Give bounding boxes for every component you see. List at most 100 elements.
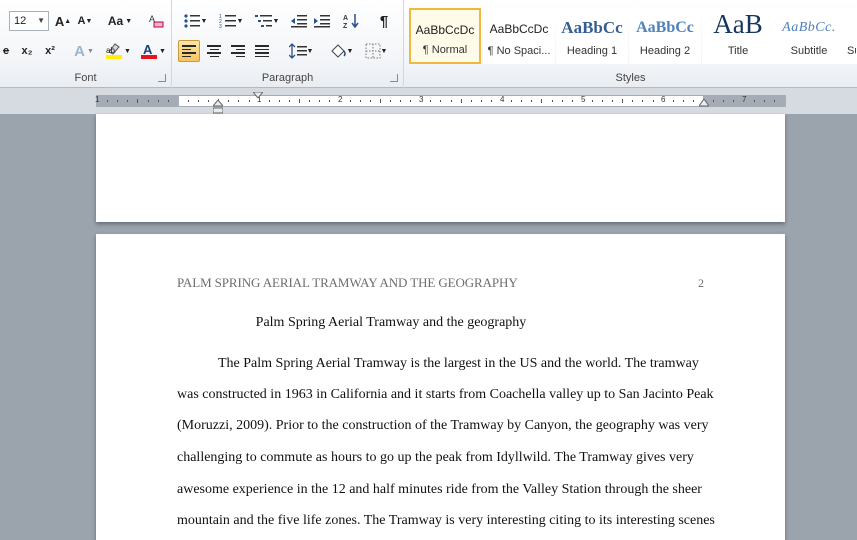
svg-text:A: A <box>143 42 153 57</box>
align-center-button[interactable] <box>203 40 225 62</box>
body-line[interactable]: challenging to commute as hours to go up… <box>177 450 694 466</box>
font-color-button[interactable]: A ▼ <box>137 41 169 61</box>
page-1[interactable] <box>96 114 785 222</box>
align-left-button[interactable] <box>178 40 200 62</box>
ruler-tick <box>228 100 230 102</box>
highlight-button[interactable]: ab ▼ <box>102 41 134 61</box>
shading-button[interactable]: ▼ <box>326 40 356 62</box>
ruler-tick <box>389 100 391 102</box>
ruler-tick <box>511 100 513 102</box>
ruler-tick <box>773 100 775 102</box>
ruler-tick <box>127 100 129 102</box>
style-sample: AaBbCc <box>636 19 694 36</box>
ruler-tick <box>379 99 381 103</box>
change-case-button[interactable]: Aa ▼ <box>106 11 134 31</box>
ruler-number: 1 <box>95 95 100 104</box>
subscript-button[interactable]: x₂ <box>17 41 37 61</box>
line-spacing-button[interactable]: ▼ <box>284 40 318 62</box>
multilevel-list-button[interactable]: ▼ <box>250 11 284 31</box>
first-line-indent-marker-icon[interactable] <box>253 92 263 100</box>
font-color-icon: A <box>141 42 158 59</box>
page-2[interactable]: PALM SPRING AERIAL TRAMWAY AND THE GEOGR… <box>96 234 785 540</box>
font-size-combo[interactable]: 12 ▼ <box>9 11 49 31</box>
body-line[interactable]: mountain and the five life zones. The Tr… <box>177 513 715 529</box>
styles-group: AaBbCcDc ¶ Normal AaBbCcDc ¶ No Spaci...… <box>404 0 857 88</box>
style-title[interactable]: AaB Title <box>702 8 774 64</box>
body-line[interactable]: was constructed in 1963 in California an… <box>177 387 714 403</box>
font-dialog-launcher-icon[interactable] <box>158 74 166 82</box>
increase-indent-icon <box>314 15 330 28</box>
style-name: Subtitle <box>790 45 828 57</box>
ruler-tick <box>400 100 401 102</box>
hanging-indent-marker-icon[interactable] <box>213 100 223 114</box>
ruler-tick <box>531 100 533 102</box>
numbering-icon: 123 <box>219 14 236 29</box>
show-hide-marks-button[interactable]: ¶ <box>373 11 395 31</box>
ruler-tick <box>167 100 169 102</box>
running-head[interactable]: PALM SPRING AERIAL TRAMWAY AND THE GEOGR… <box>177 275 518 291</box>
ruler-tick <box>622 99 624 103</box>
body-line[interactable]: (Moruzzi, 2009). Prior to the constructi… <box>177 418 709 434</box>
ruler-tick <box>642 100 644 102</box>
ruler-tick <box>288 100 290 102</box>
ruler-number: 4 <box>500 95 505 104</box>
style-sample: AaB <box>713 9 763 39</box>
numbering-button[interactable]: 123 ▼ <box>214 11 248 31</box>
borders-button[interactable]: ▼ <box>361 40 391 62</box>
ruler-tick <box>460 99 462 103</box>
body-line[interactable]: awesome experience in the 12 and half mi… <box>177 482 702 498</box>
style-subtle-emphasis[interactable]: Su <box>844 8 857 64</box>
superscript-button[interactable]: x² <box>40 41 60 61</box>
style-subtitle[interactable]: AaBbCc. Subtitle <box>773 8 845 64</box>
style-name: Heading 1 <box>566 45 618 57</box>
ruler-tick <box>632 100 634 102</box>
line-spacing-icon <box>288 43 307 59</box>
style-heading-1[interactable]: AaBbCc Heading 1 <box>556 8 628 64</box>
style-heading-2[interactable]: AaBbCc Heading 2 <box>629 8 701 64</box>
sort-button[interactable]: AZ <box>340 11 362 31</box>
ruler-tick <box>652 100 654 102</box>
align-right-button[interactable] <box>227 40 249 62</box>
bullets-button[interactable]: ▼ <box>178 11 212 31</box>
font-size-dropdown-icon[interactable]: ▼ <box>37 16 45 25</box>
paragraph-dialog-launcher-icon[interactable] <box>390 74 398 82</box>
clear-formatting-button[interactable]: A <box>145 11 167 31</box>
page-number: 2 <box>698 276 704 290</box>
ruler-tick <box>107 100 109 102</box>
ruler-tick <box>450 100 452 102</box>
body-line[interactable]: The Palm Spring Aerial Tramway is the la… <box>218 356 699 372</box>
ruler-tick <box>753 100 755 102</box>
ruler-number: 7 <box>742 95 747 104</box>
ruler-tick <box>672 100 674 102</box>
increase-indent-button[interactable] <box>311 11 333 31</box>
ruler-tick <box>369 100 371 102</box>
style-normal[interactable]: AaBbCcDc ¶ Normal <box>409 8 481 64</box>
shrink-font-button[interactable]: A ▼ <box>75 11 95 31</box>
document-title[interactable]: Palm Spring Aerial Tramway and the geogr… <box>96 315 686 331</box>
paragraph-group-label: Paragraph <box>261 72 314 84</box>
align-left-icon <box>182 45 196 57</box>
ruler-number: 3 <box>419 95 424 104</box>
ruler-tick <box>561 100 563 102</box>
horizontal-ruler[interactable]: 1 1 2 3 4 5 6 7 <box>95 92 786 114</box>
font-size-value: 12 <box>14 15 27 27</box>
ruler-tick <box>309 100 311 102</box>
highlighter-icon: ab <box>106 43 123 59</box>
ruler-tick <box>470 100 472 102</box>
style-no-spacing[interactable]: AaBbCcDc ¶ No Spaci... <box>483 8 555 64</box>
justify-button[interactable] <box>251 40 273 62</box>
styles-group-label: Styles <box>615 72 646 84</box>
svg-text:A: A <box>343 15 348 22</box>
right-indent-marker-icon[interactable] <box>699 99 709 107</box>
strikethrough-button[interactable]: e <box>0 41 12 61</box>
ruler-tick <box>278 100 280 102</box>
ribbon: 12 ▼ A ▲ A ▼ Aa ▼ A e x₂ x² A ▼ ab ▼ A ▼… <box>0 0 857 88</box>
ruler-tick <box>147 100 149 102</box>
ruler-tick <box>137 99 139 103</box>
decrease-indent-button[interactable] <box>288 11 310 31</box>
grow-font-button[interactable]: A ▲ <box>53 11 73 31</box>
font-group: 12 ▼ A ▲ A ▼ Aa ▼ A e x₂ x² A ▼ ab ▼ A ▼… <box>0 0 172 88</box>
ruler-tick <box>238 100 240 102</box>
text-effects-button[interactable]: A ▼ <box>70 41 98 61</box>
ruler-tick <box>733 100 735 102</box>
